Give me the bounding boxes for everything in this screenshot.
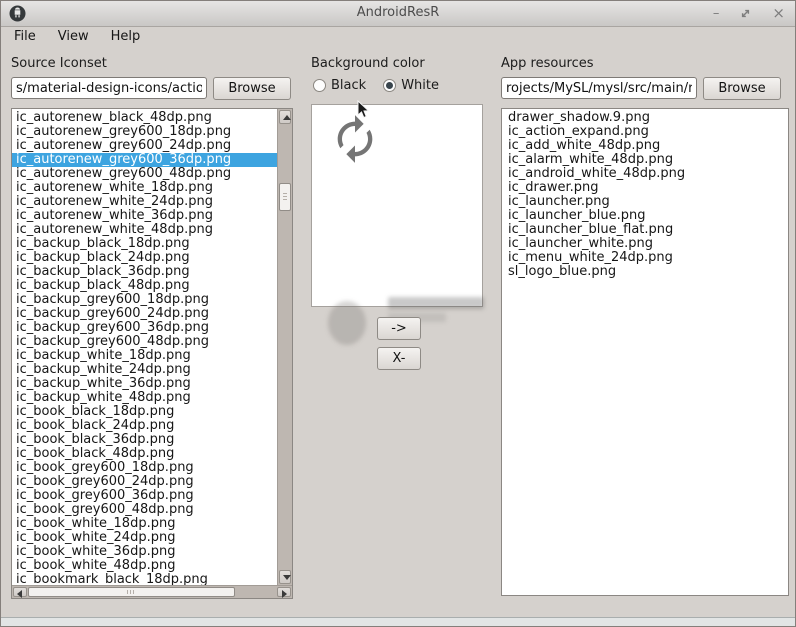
title-bar[interactable]: AndroidResR – × <box>1 1 795 27</box>
radio-black-label: Black <box>331 78 366 93</box>
list-item[interactable]: ic_book_white_48dp.png <box>12 559 277 573</box>
list-item[interactable]: ic_book_black_36dp.png <box>12 433 277 447</box>
list-item[interactable]: ic_launcher_white.png <box>504 237 788 251</box>
list-item[interactable]: ic_bookmark_black_18dp.png <box>12 573 277 585</box>
list-item[interactable]: ic_backup_black_24dp.png <box>12 251 277 265</box>
transfer-button[interactable]: -> <box>377 317 421 340</box>
source-file-rows: ic_autorenew_black_48dp.pngic_autorenew_… <box>12 109 277 585</box>
scroll-right-icon[interactable] <box>277 587 291 597</box>
list-item[interactable]: ic_book_grey600_36dp.png <box>12 489 277 503</box>
list-item[interactable]: ic_autorenew_grey600_48dp.png <box>12 167 277 181</box>
list-item[interactable]: ic_backup_white_48dp.png <box>12 391 277 405</box>
radio-black[interactable]: Black <box>313 78 366 93</box>
app-window: AndroidResR – × File View Help Source Ic… <box>0 0 796 627</box>
horizontal-scrollbar-thumb[interactable] <box>28 587 235 597</box>
source-horizontal-scrollbar[interactable] <box>12 585 292 598</box>
list-item[interactable]: ic_book_grey600_48dp.png <box>12 503 277 517</box>
list-item[interactable]: ic_book_grey600_18dp.png <box>12 461 277 475</box>
list-item[interactable]: ic_autorenew_white_36dp.png <box>12 209 277 223</box>
close-icon[interactable]: × <box>772 1 785 26</box>
source-browse-button[interactable]: Browse <box>213 77 291 100</box>
menu-help[interactable]: Help <box>100 27 152 48</box>
list-item[interactable]: ic_alarm_white_48dp.png <box>504 153 788 167</box>
list-item[interactable]: ic_backup_white_24dp.png <box>12 363 277 377</box>
list-item[interactable]: ic_backup_white_18dp.png <box>12 349 277 363</box>
radio-white[interactable]: White <box>383 78 439 93</box>
list-item[interactable]: ic_backup_white_36dp.png <box>12 377 277 391</box>
list-item[interactable]: ic_book_grey600_24dp.png <box>12 475 277 489</box>
list-item[interactable]: ic_book_black_18dp.png <box>12 405 277 419</box>
list-item[interactable]: ic_autorenew_grey600_24dp.png <box>12 139 277 153</box>
list-item[interactable]: ic_book_black_24dp.png <box>12 419 277 433</box>
radio-white-icon[interactable] <box>383 79 396 92</box>
list-item[interactable]: ic_autorenew_white_48dp.png <box>12 223 277 237</box>
background-color-label: Background color <box>311 56 425 71</box>
list-item[interactable]: ic_autorenew_white_18dp.png <box>12 181 277 195</box>
ghost-artifact <box>328 301 366 345</box>
source-iconset-label: Source Iconset <box>11 56 107 71</box>
menu-view[interactable]: View <box>47 27 100 48</box>
list-item[interactable]: ic_autorenew_grey600_18dp.png <box>12 125 277 139</box>
list-item[interactable]: ic_launcher.png <box>504 195 788 209</box>
window-controls: – × <box>713 1 785 26</box>
list-item[interactable]: ic_book_white_18dp.png <box>12 517 277 531</box>
icon-preview-box <box>311 104 483 307</box>
list-item[interactable]: ic_backup_grey600_48dp.png <box>12 335 277 349</box>
source-vertical-scrollbar[interactable] <box>277 109 292 585</box>
list-item[interactable]: ic_book_white_36dp.png <box>12 545 277 559</box>
source-file-list[interactable]: ic_autorenew_black_48dp.pngic_autorenew_… <box>11 108 293 599</box>
list-item[interactable]: ic_book_black_48dp.png <box>12 447 277 461</box>
list-item[interactable]: drawer_shadow.9.png <box>504 111 788 125</box>
list-item[interactable]: ic_backup_black_18dp.png <box>12 237 277 251</box>
list-item[interactable]: ic_backup_black_36dp.png <box>12 265 277 279</box>
remove-button[interactable]: X- <box>377 347 421 370</box>
list-item[interactable]: ic_launcher_blue.png <box>504 209 788 223</box>
bottom-edge-strip <box>1 617 795 626</box>
resources-file-list[interactable]: drawer_shadow.9.pngic_action_expand.pngi… <box>501 108 789 596</box>
app-resources-label: App resources <box>501 56 594 71</box>
list-item[interactable]: ic_launcher_blue_flat.png <box>504 223 788 237</box>
source-path-input[interactable] <box>11 77 207 99</box>
list-item[interactable]: ic_backup_grey600_24dp.png <box>12 307 277 321</box>
resources-path-input[interactable] <box>501 77 697 99</box>
mouse-cursor <box>357 100 370 119</box>
radio-white-label: White <box>401 78 439 93</box>
list-item[interactable]: ic_backup_grey600_18dp.png <box>12 293 277 307</box>
vertical-scrollbar-thumb[interactable] <box>279 183 291 211</box>
list-item[interactable]: sl_logo_blue.png <box>504 265 788 279</box>
resources-file-rows: drawer_shadow.9.pngic_action_expand.pngi… <box>502 109 788 595</box>
scroll-left-icon[interactable] <box>13 587 27 597</box>
autorenew-icon <box>329 113 381 165</box>
list-item[interactable]: ic_drawer.png <box>504 181 788 195</box>
resources-browse-button[interactable]: Browse <box>703 77 781 100</box>
list-item[interactable]: ic_autorenew_grey600_36dp.png <box>12 153 277 167</box>
list-item[interactable]: ic_menu_white_24dp.png <box>504 251 788 265</box>
scroll-up-icon[interactable] <box>279 110 291 124</box>
background-color-radios: Black White <box>313 78 439 93</box>
maximize-icon[interactable] <box>740 8 751 19</box>
menu-file[interactable]: File <box>3 27 47 48</box>
list-item[interactable]: ic_autorenew_black_48dp.png <box>12 111 277 125</box>
list-item[interactable]: ic_book_white_24dp.png <box>12 531 277 545</box>
list-item[interactable]: ic_backup_black_48dp.png <box>12 279 277 293</box>
scroll-down-icon[interactable] <box>279 570 291 584</box>
radio-black-icon[interactable] <box>313 79 326 92</box>
list-item[interactable]: ic_backup_grey600_36dp.png <box>12 321 277 335</box>
menu-bar: File View Help <box>3 27 151 48</box>
minimize-icon[interactable]: – <box>713 1 720 26</box>
ghost-artifact <box>388 297 484 309</box>
list-item[interactable]: ic_action_expand.png <box>504 125 788 139</box>
window-title: AndroidResR <box>1 5 795 20</box>
list-item[interactable]: ic_android_white_48dp.png <box>504 167 788 181</box>
list-item[interactable]: ic_autorenew_white_24dp.png <box>12 195 277 209</box>
list-item[interactable]: ic_add_white_48dp.png <box>504 139 788 153</box>
